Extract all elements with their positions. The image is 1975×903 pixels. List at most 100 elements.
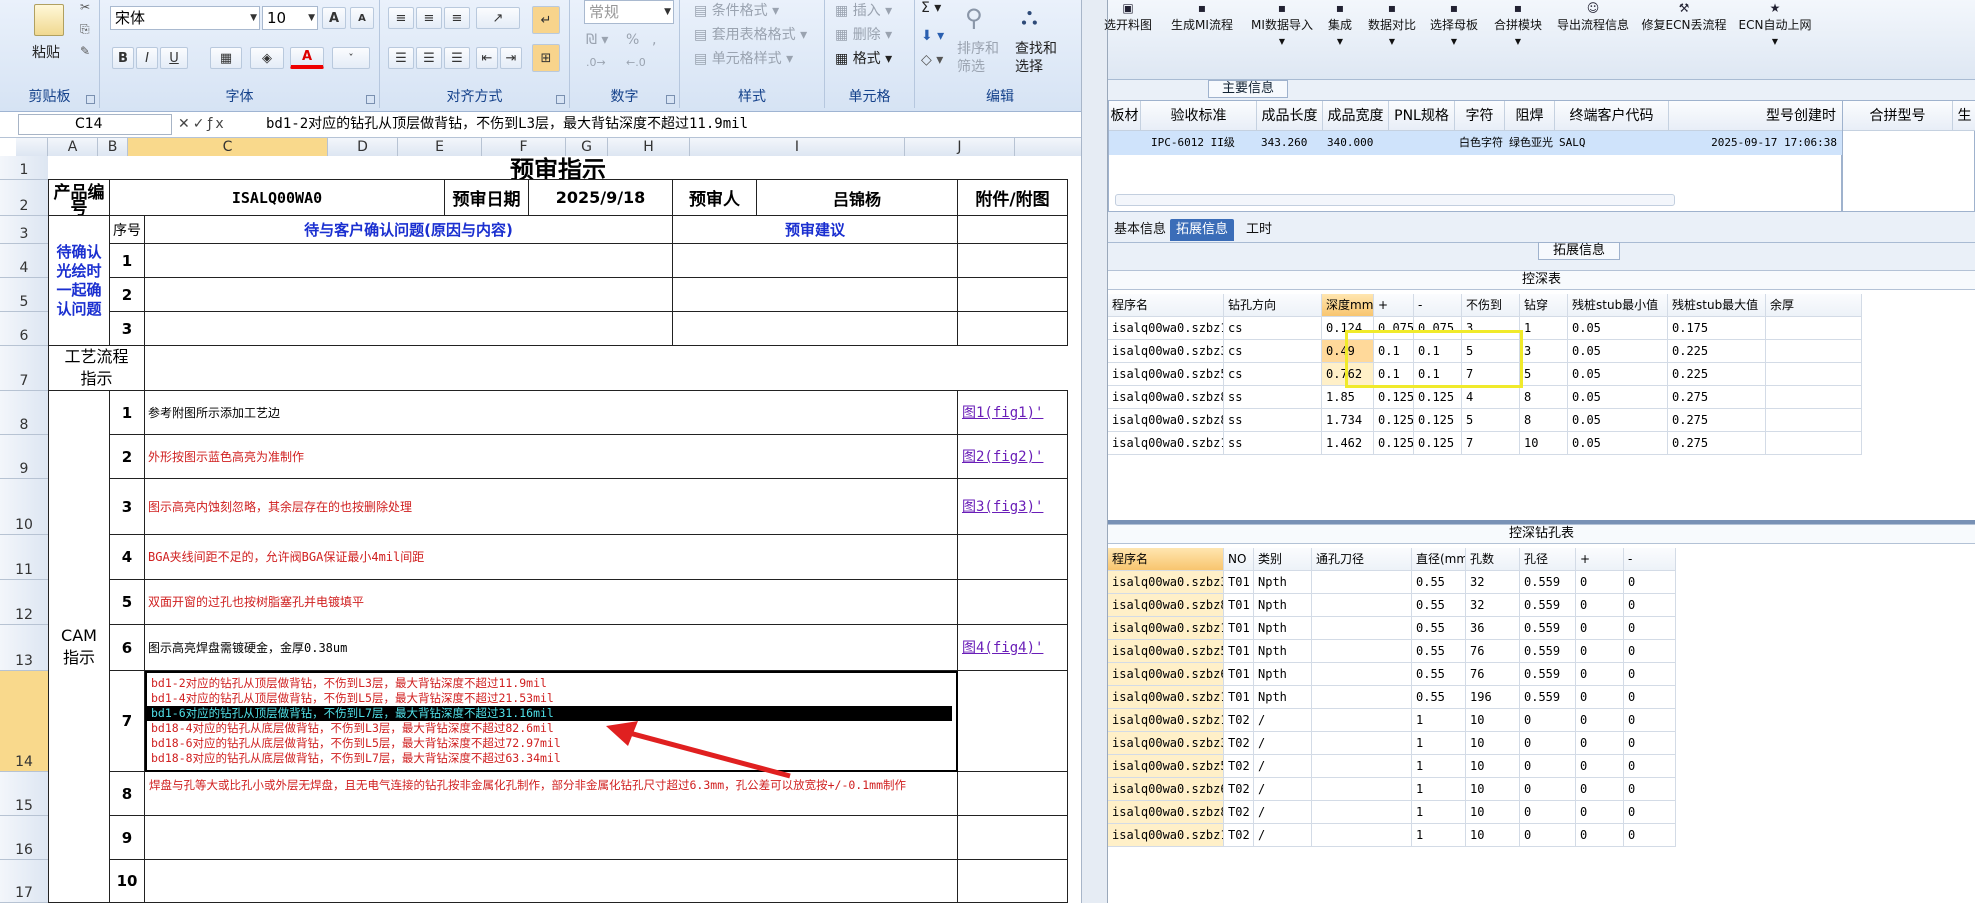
horizontal-scrollbar[interactable] bbox=[1115, 194, 1675, 206]
table-cell[interactable] bbox=[1312, 617, 1412, 640]
table-cell[interactable]: 10 bbox=[1466, 778, 1520, 801]
toolbar-button[interactable]: ★ ECN自动上网 ▼ bbox=[1732, 0, 1818, 80]
table-cell[interactable]: 1 bbox=[1412, 732, 1466, 755]
table-cell[interactable]: 10 bbox=[1466, 709, 1520, 732]
tab-ext-info[interactable]: 拓展信息 bbox=[1170, 219, 1235, 241]
table-cell[interactable]: isalq00wa0.szbz5-7t bbox=[1108, 640, 1224, 663]
paste-button[interactable]: 粘贴 bbox=[32, 42, 60, 62]
column-header[interactable]: 不伤到 bbox=[1462, 294, 1520, 317]
seq-label[interactable]: 序号 bbox=[110, 216, 145, 244]
empty-cell[interactable] bbox=[958, 312, 1068, 346]
table-cell[interactable]: 0 bbox=[1520, 732, 1576, 755]
table-cell[interactable]: isalq00wa0.szbz8-5b bbox=[1108, 801, 1224, 824]
table-cell[interactable]: T01 bbox=[1224, 663, 1254, 686]
number-format-combo[interactable]: 常规 ▼ bbox=[584, 0, 674, 24]
table-cell[interactable]: isalq00wa0.szbz10-7b bbox=[1108, 824, 1224, 847]
column-header-b[interactable]: B bbox=[98, 138, 128, 156]
table-cell[interactable]: 0 bbox=[1520, 709, 1576, 732]
table-cell[interactable]: 0.175 bbox=[1668, 317, 1766, 340]
table-cell[interactable]: 0.05 bbox=[1568, 386, 1668, 409]
column-header-f[interactable]: F bbox=[482, 138, 566, 156]
increase-indent-button[interactable]: ⇥ bbox=[500, 47, 522, 69]
table-cell[interactable]: 1 bbox=[1412, 709, 1466, 732]
row-header-selected[interactable]: 14 bbox=[0, 671, 48, 772]
table-cell[interactable]: 0.559 bbox=[1520, 640, 1576, 663]
item-no[interactable]: 7 bbox=[110, 671, 145, 772]
table-cell[interactable]: Npth bbox=[1254, 571, 1312, 594]
column-header[interactable]: 板材 bbox=[1109, 101, 1141, 131]
table-cell[interactable] bbox=[1766, 317, 1862, 340]
table-format-button[interactable]: ▤ 套用表格格式 ▾ bbox=[694, 24, 807, 44]
sheet-title[interactable]: 预审指示 bbox=[48, 156, 1068, 180]
vertical-scrollbar[interactable] bbox=[1081, 0, 1107, 903]
table-cell[interactable]: 0 bbox=[1624, 709, 1676, 732]
table-cell[interactable]: T02 bbox=[1224, 732, 1254, 755]
item-no[interactable]: 10 bbox=[110, 860, 145, 903]
table-cell[interactable]: 0 bbox=[1520, 824, 1576, 847]
attach-cell[interactable] bbox=[958, 860, 1068, 903]
column-header[interactable]: 成品宽度 bbox=[1323, 101, 1389, 131]
column-header[interactable]: + bbox=[1374, 294, 1414, 317]
table-cell[interactable]: Npth bbox=[1254, 686, 1312, 709]
decrease-decimal-button[interactable]: ←.0 bbox=[626, 56, 646, 69]
table-cell[interactable]: 0 bbox=[1576, 824, 1624, 847]
table-cell[interactable]: 0 bbox=[1576, 663, 1624, 686]
column-header-e[interactable]: E bbox=[398, 138, 482, 156]
orientation-button[interactable]: ↗ bbox=[476, 7, 520, 29]
table-cell[interactable]: isalq00wa0.szbz1-3t bbox=[1108, 686, 1224, 709]
table-cell[interactable]: 0.124 bbox=[1322, 317, 1374, 340]
table-cell[interactable]: 0.1 bbox=[1374, 363, 1414, 386]
table-cell[interactable]: 10 bbox=[1466, 732, 1520, 755]
table-cell[interactable]: 0.1 bbox=[1414, 340, 1462, 363]
column-header[interactable]: 直径(mm) bbox=[1412, 548, 1466, 571]
currency-button[interactable]: ₪ ▾ bbox=[586, 32, 608, 48]
table-cell[interactable]: isalq00wa0.szbz6-4b bbox=[1108, 663, 1224, 686]
column-header[interactable]: 钻穿 bbox=[1520, 294, 1568, 317]
cell-style-button[interactable]: ▤ 单元格样式 ▾ bbox=[694, 48, 793, 68]
name-box[interactable]: C14 bbox=[18, 114, 172, 135]
fill-color-button[interactable]: ◈ bbox=[250, 47, 284, 69]
table-cell[interactable]: 1.462 bbox=[1322, 432, 1374, 455]
empty-cell[interactable] bbox=[958, 216, 1068, 244]
table-cell[interactable]: 0.55 bbox=[1412, 663, 1466, 686]
table-cell[interactable]: 0.075 bbox=[1414, 317, 1462, 340]
reviewer-label[interactable]: 预审人 bbox=[673, 180, 757, 216]
row-header[interactable]: 16 bbox=[0, 816, 48, 860]
table-cell[interactable]: isalq00wa0.szbz10-7b bbox=[1108, 617, 1224, 640]
column-header[interactable]: 残桩stub最小值 bbox=[1568, 294, 1668, 317]
empty-cell[interactable] bbox=[958, 244, 1068, 278]
underline-button[interactable]: U bbox=[160, 47, 188, 69]
clear-icon[interactable]: ◇ ▾ bbox=[921, 52, 943, 68]
pending-num[interactable]: 1 bbox=[110, 244, 145, 278]
table-cell[interactable] bbox=[1766, 363, 1862, 386]
table-cell[interactable]: 0.1 bbox=[1374, 340, 1414, 363]
item-text[interactable]: 参考附图所示添加工艺边 bbox=[145, 391, 958, 435]
row-header[interactable]: 2 bbox=[0, 180, 48, 216]
table-cell[interactable]: 0 bbox=[1576, 594, 1624, 617]
table-cell[interactable]: 0.125 bbox=[1414, 432, 1462, 455]
item-no[interactable]: 2 bbox=[110, 435, 145, 479]
fill-icon[interactable]: ⬇ ▾ bbox=[921, 28, 944, 44]
tab-basic-info[interactable]: 基本信息 bbox=[1108, 219, 1172, 241]
table-cell[interactable]: 5 bbox=[1462, 340, 1520, 363]
row-header[interactable]: 15 bbox=[0, 772, 48, 816]
row-header[interactable]: 7 bbox=[0, 346, 48, 391]
table-cell[interactable]: 10 bbox=[1520, 432, 1568, 455]
table-cell[interactable]: 0 bbox=[1576, 571, 1624, 594]
item-no[interactable]: 5 bbox=[110, 580, 145, 625]
table-cell[interactable]: 10 bbox=[1466, 824, 1520, 847]
table-cell[interactable]: T01 bbox=[1224, 640, 1254, 663]
table-cell[interactable]: 0.075 bbox=[1374, 317, 1414, 340]
column-header[interactable]: + bbox=[1576, 548, 1624, 571]
table-cell[interactable]: 0 bbox=[1624, 617, 1676, 640]
table-cell[interactable]: 0 bbox=[1520, 801, 1576, 824]
align-middle-button[interactable]: ≡ bbox=[416, 7, 442, 29]
grow-font-button[interactable]: A bbox=[322, 7, 346, 29]
item-no[interactable]: 4 bbox=[110, 535, 145, 580]
attach-cell[interactable] bbox=[958, 772, 1068, 816]
font-name-combo[interactable]: 宋体 ▼ bbox=[110, 6, 260, 30]
table-cell[interactable]: Npth bbox=[1254, 617, 1312, 640]
pending-num[interactable]: 3 bbox=[110, 312, 145, 346]
toolbar-button[interactable]: ▪ 数据对比 ▼ bbox=[1362, 0, 1422, 80]
item-no[interactable]: 3 bbox=[110, 479, 145, 535]
